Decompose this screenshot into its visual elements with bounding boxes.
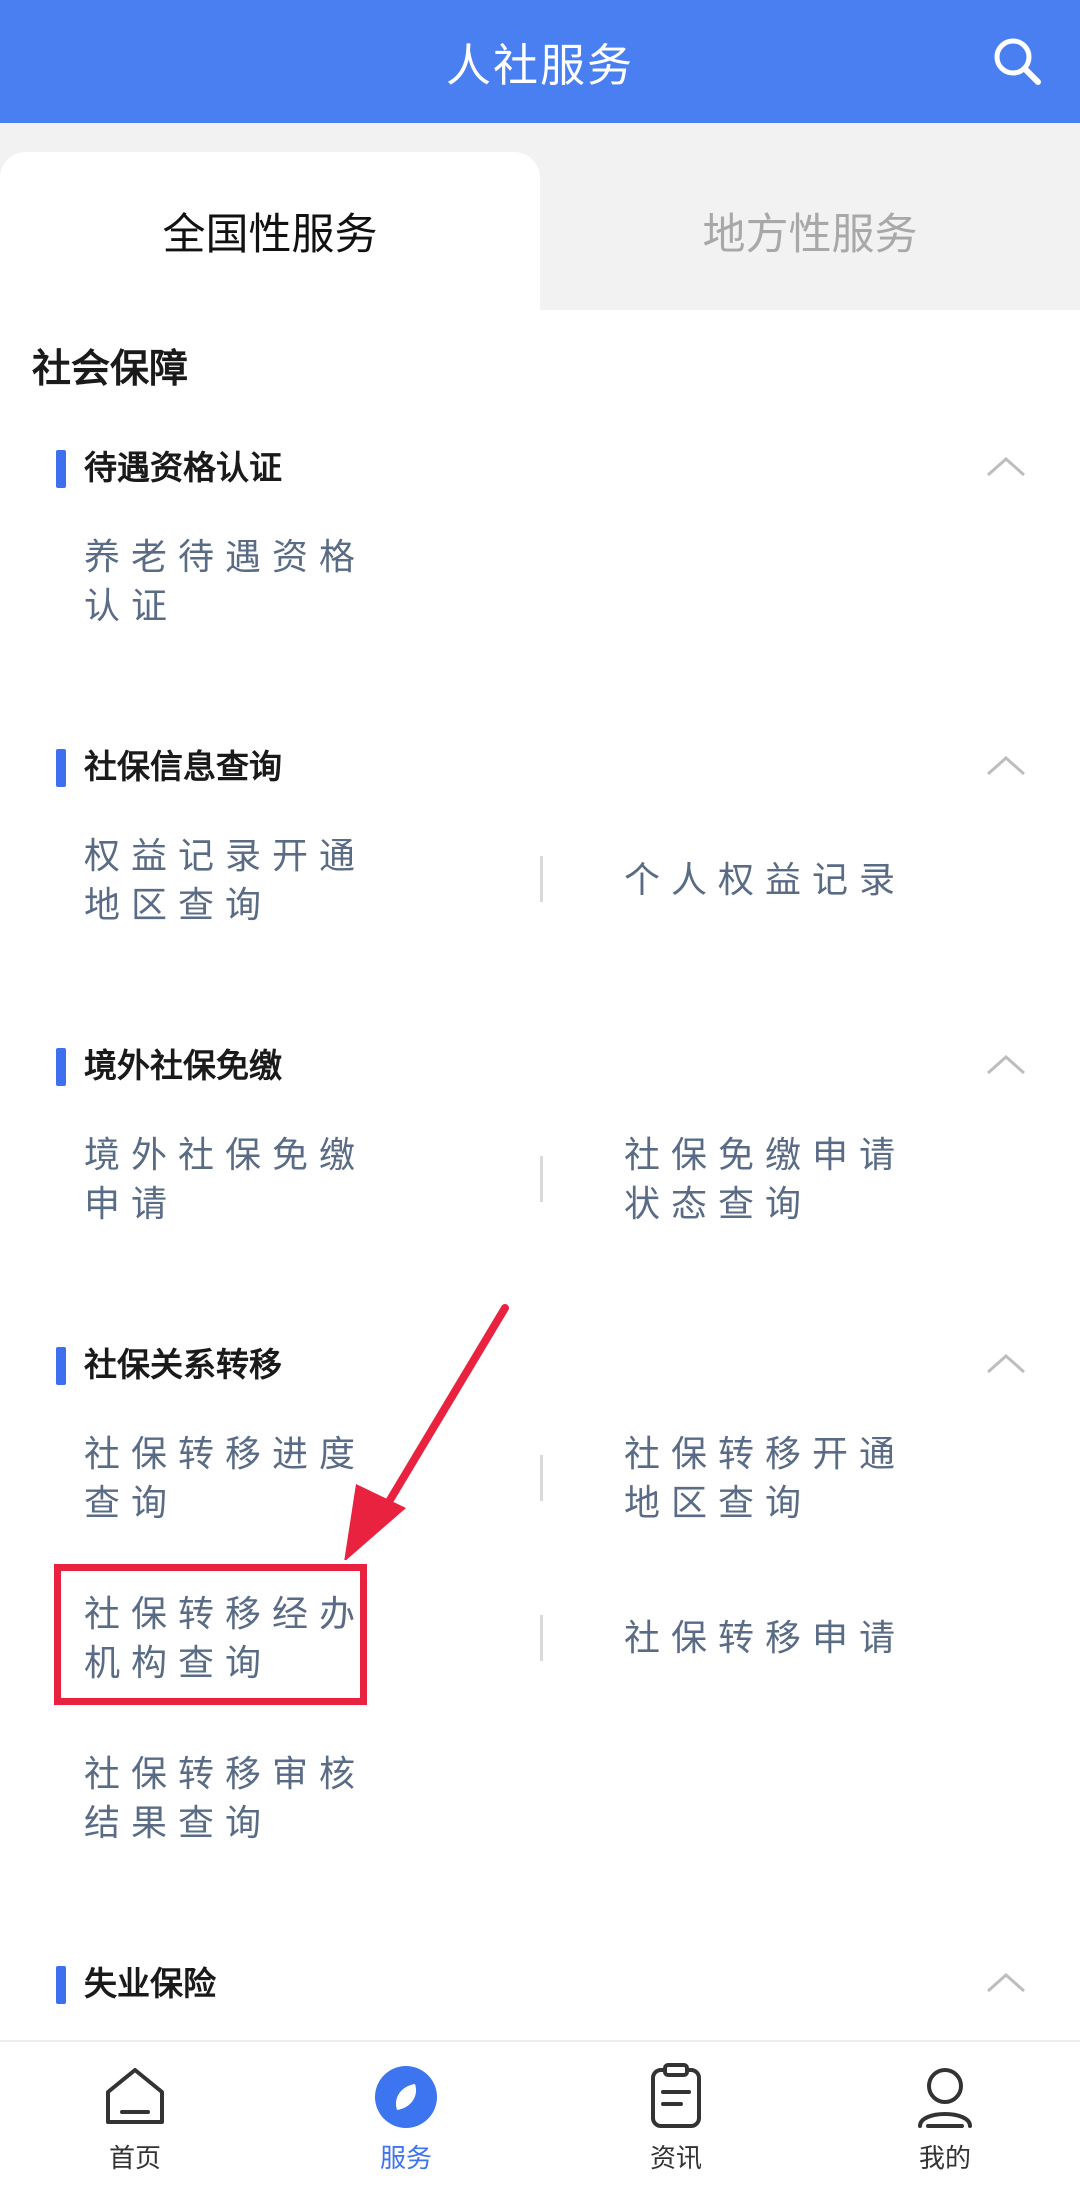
item-line: 地区查询 <box>84 885 273 926</box>
service-item-pension-qualification[interactable]: 养老待遇资格 认证 <box>84 533 384 631</box>
nav-label: 我的 <box>918 2144 971 2174</box>
service-item-transfer-review[interactable]: 社保转移审核 结果查询 <box>84 1750 384 1848</box>
nav-services[interactable]: 服务 <box>336 2062 476 2175</box>
arrow-annotation <box>344 1304 509 1560</box>
nav-label: 服务 <box>379 2144 432 2174</box>
item-line: 社保免缴申请 <box>624 1135 907 1176</box>
chevron-up-icon[interactable] <box>984 1966 1028 1996</box>
highlight-box <box>54 1564 367 1705</box>
category-header-qualification[interactable]: 待遇资格认证 <box>0 442 1080 502</box>
item-line: 社保转移申请 <box>624 1618 907 1659</box>
item-divider <box>540 1455 543 1501</box>
item-line: 结果查询 <box>84 1803 273 1844</box>
chevron-up-icon[interactable] <box>984 749 1028 779</box>
service-item-exemption-status[interactable]: 社保免缴申请 状态查询 <box>624 1131 924 1229</box>
nav-label: 资讯 <box>649 2144 702 2174</box>
tab-label: 全国性服务 <box>162 210 378 260</box>
item-line: 养老待遇资格 <box>84 537 367 578</box>
item-divider <box>540 1156 543 1202</box>
clipboard-icon <box>651 2063 701 2128</box>
category-title: 境外社保免缴 <box>84 1046 282 1085</box>
category-header-overseas-exemption[interactable]: 境外社保免缴 <box>0 1040 1080 1100</box>
nav-news[interactable]: 资讯 <box>606 2062 746 2175</box>
item-line: 境外社保免缴 <box>84 1135 367 1176</box>
tab-bar: 全国性服务 地方性服务 <box>0 123 1080 310</box>
chevron-up-icon[interactable] <box>984 450 1028 480</box>
item-line: 权益记录开通 <box>84 836 367 877</box>
item-divider <box>540 1615 543 1661</box>
page-title: 人社服务 <box>445 39 634 92</box>
user-icon <box>918 2068 972 2128</box>
nav-home[interactable]: 首页 <box>65 2062 205 2175</box>
service-item-personal-rights[interactable]: 个人权益记录 <box>624 856 924 905</box>
item-line: 申请 <box>84 1184 179 1225</box>
category-header-info-query[interactable]: 社保信息查询 <box>0 741 1080 801</box>
category-marker <box>56 1966 66 2004</box>
section-title: 社会保障 <box>32 347 189 392</box>
tab-national-services[interactable]: 全国性服务 <box>0 152 540 310</box>
app-header: 人社服务 <box>0 0 1080 123</box>
category-header-transfer[interactable]: 社保关系转移 <box>0 1339 1080 1399</box>
chevron-up-icon[interactable] <box>984 1347 1028 1377</box>
home-icon <box>106 2068 164 2124</box>
search-button[interactable] <box>982 26 1052 96</box>
category-marker <box>56 450 66 488</box>
category-title: 失业保险 <box>84 1964 216 2003</box>
category-title: 社保关系转移 <box>84 1345 282 1384</box>
nav-me[interactable]: 我的 <box>875 2062 1015 2175</box>
service-item-rights-region-query[interactable]: 权益记录开通 地区查询 <box>84 832 384 930</box>
service-item-transfer-region[interactable]: 社保转移开通 地区查询 <box>624 1430 924 1528</box>
item-line: 认证 <box>84 586 179 627</box>
category-marker <box>56 1048 66 1086</box>
category-title: 待遇资格认证 <box>84 448 282 487</box>
category-marker <box>56 1347 66 1385</box>
item-divider <box>540 856 543 902</box>
search-icon <box>994 38 1041 85</box>
service-item-transfer-apply[interactable]: 社保转移申请 <box>624 1614 924 1663</box>
item-line: 个人权益记录 <box>624 860 907 901</box>
compass-icon <box>375 2066 437 2128</box>
item-line: 社保转移开通 <box>624 1434 907 1475</box>
service-item-exemption-apply[interactable]: 境外社保免缴 申请 <box>84 1131 384 1229</box>
nav-label: 首页 <box>108 2144 161 2174</box>
tab-label: 地方性服务 <box>702 210 918 260</box>
category-marker <box>56 749 66 787</box>
bottom-nav: 首页 服务 资讯 我的 <box>0 2040 1080 2185</box>
item-line: 状态查询 <box>624 1184 813 1225</box>
item-line: 地区查询 <box>624 1483 813 1524</box>
tab-local-services[interactable]: 地方性服务 <box>540 152 1080 310</box>
chevron-up-icon[interactable] <box>984 1048 1028 1078</box>
category-header-unemployment[interactable]: 失业保险 <box>0 1958 1080 2018</box>
item-line: 社保转移审核 <box>84 1754 367 1795</box>
category-title: 社保信息查询 <box>84 747 282 786</box>
